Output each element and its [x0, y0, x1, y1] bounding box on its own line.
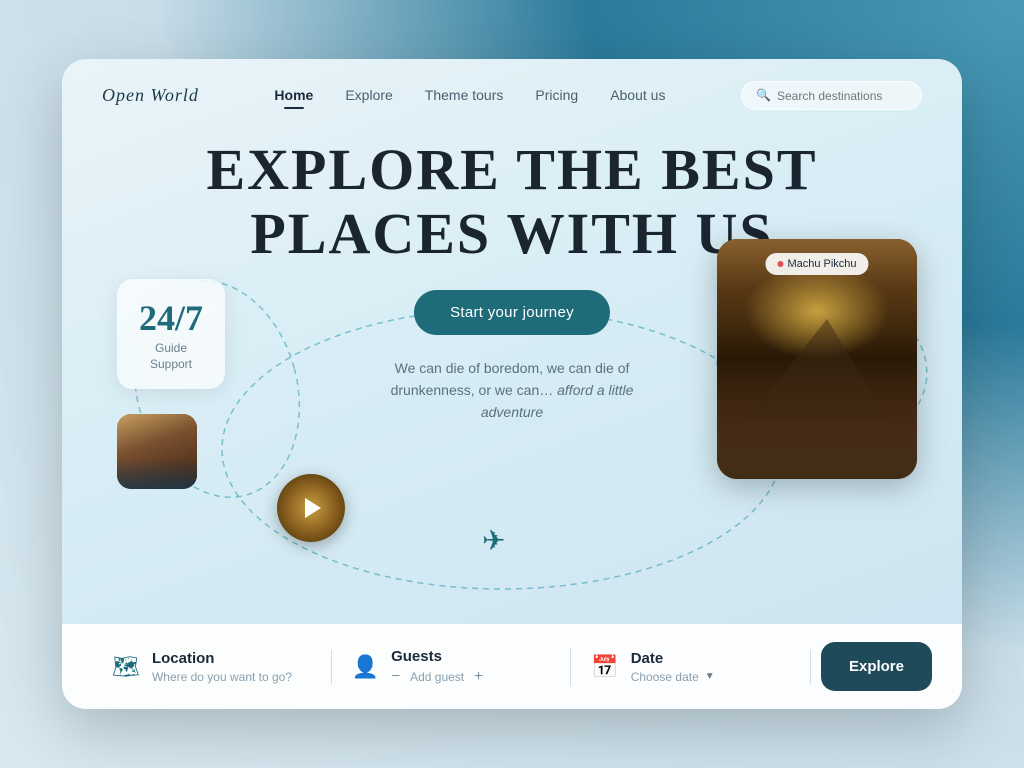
nav-links: Home Explore Theme tours Pricing About u…: [274, 87, 665, 105]
booking-bar: 🗺 Location Where do you want to go? 👤 Gu…: [62, 624, 962, 709]
date-control[interactable]: Choose date ▼: [631, 670, 715, 684]
guests-icon: 👤: [352, 654, 379, 680]
brand-logo: Open World: [102, 85, 199, 106]
explore-button[interactable]: Explore: [821, 642, 932, 691]
cta-button[interactable]: Start your journey: [414, 290, 610, 335]
nav-link-about[interactable]: About us: [610, 87, 665, 103]
location-info: Location Where do you want to go?: [152, 650, 292, 684]
date-label: Date: [631, 650, 715, 667]
chevron-down-icon: ▼: [705, 671, 715, 682]
nav-item-home[interactable]: Home: [274, 87, 313, 105]
guests-minus[interactable]: −: [391, 668, 400, 686]
date-section: 📅 Date Choose date ▼: [571, 650, 811, 684]
guests-placeholder: Add guest: [410, 670, 464, 684]
airplane-icon: ✈: [482, 524, 505, 558]
search-input[interactable]: [777, 89, 907, 103]
date-info: Date Choose date ▼: [631, 650, 715, 684]
availability-number: 24/7: [139, 297, 203, 339]
location-label: Location: [152, 650, 292, 667]
guests-plus[interactable]: +: [474, 668, 483, 686]
hero-subtitle: We can die of boredom, we can die of dru…: [362, 357, 662, 424]
location-name: Machu Pikchu: [787, 258, 856, 270]
guests-control: − Add guest +: [391, 668, 483, 686]
video-play-button[interactable]: [277, 474, 345, 542]
navbar: Open World Home Explore Theme tours Pric…: [62, 59, 962, 128]
support-label: Support: [139, 357, 203, 371]
nav-item-theme-tours[interactable]: Theme tours: [425, 87, 504, 105]
nav-link-theme-tours[interactable]: Theme tours: [425, 87, 504, 103]
nav-link-pricing[interactable]: Pricing: [535, 87, 578, 103]
nav-link-explore[interactable]: Explore: [345, 87, 392, 103]
search-bar: 🔍: [741, 81, 922, 110]
nav-item-explore[interactable]: Explore: [345, 87, 392, 105]
nav-item-pricing[interactable]: Pricing: [535, 87, 578, 105]
hero-title-line1: EXPLORE THE BEST: [62, 138, 962, 202]
location-dot-icon: [777, 261, 783, 267]
date-placeholder: Choose date: [631, 670, 699, 684]
machu-picchu-image: [717, 239, 917, 479]
guide-label: Guide: [139, 341, 203, 355]
app-window: Open World Home Explore Theme tours Pric…: [62, 59, 962, 709]
play-icon: [305, 498, 321, 518]
guests-info: Guests − Add guest +: [391, 648, 483, 686]
guests-label: Guests: [391, 648, 483, 665]
search-icon: 🔍: [756, 88, 771, 103]
location-input[interactable]: Where do you want to go?: [152, 670, 292, 684]
nav-item-about[interactable]: About us: [610, 87, 665, 105]
location-section: 🗺 Location Where do you want to go?: [92, 650, 332, 684]
machu-picchu-card: Machu Pikchu: [717, 239, 917, 479]
calendar-icon: 📅: [591, 654, 618, 680]
left-destination-image: [117, 414, 197, 489]
guests-section: 👤 Guests − Add guest +: [332, 648, 572, 686]
guide-support-card: 24/7 Guide Support: [117, 279, 225, 389]
nav-link-home[interactable]: Home: [274, 87, 313, 103]
location-icon: 🗺: [112, 654, 140, 680]
location-badge: Machu Pikchu: [765, 253, 868, 275]
